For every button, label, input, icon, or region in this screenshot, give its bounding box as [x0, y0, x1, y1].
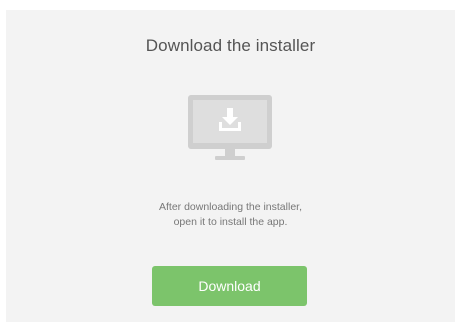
download-button[interactable]: Download [152, 266, 307, 306]
instruction-line-2: open it to install the app. [173, 216, 288, 228]
instruction-line-1: After downloading the installer, [158, 201, 302, 213]
page-title: Download the installer [145, 36, 316, 55]
installer-card: Download the installer After downloading… [6, 10, 455, 322]
install-instructions: After downloading the installer, open it… [6, 200, 455, 230]
monitor-download-icon [188, 95, 272, 160]
